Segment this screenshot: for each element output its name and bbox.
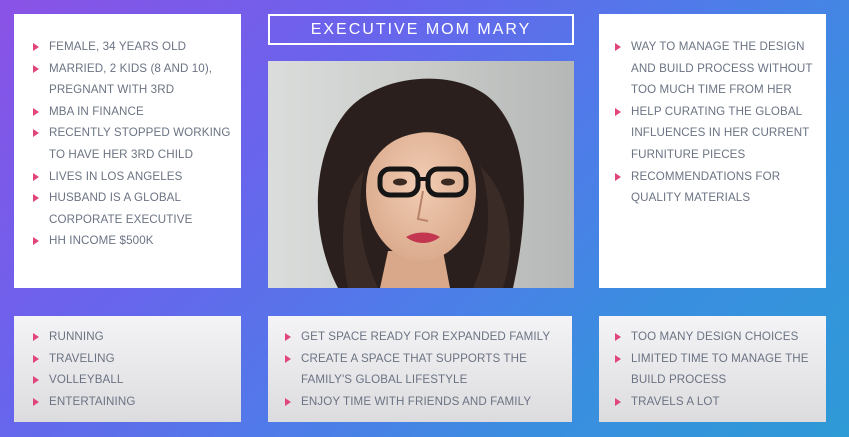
list-item: ENTERTAINING [33,391,235,413]
arrow-bullet-icon [285,354,291,363]
list-item: ENJOY TIME WITH FRIENDS AND FAMILY [285,391,566,413]
arrow-bullet-icon [33,376,39,385]
list-item: WAY TO MANAGE THE DESIGN AND BUILD PROCE… [615,36,820,101]
list-item: RECENTLY STOPPED WORKING TO HAVE HER 3RD… [33,122,235,165]
list-item: RECOMMENDATIONS FOR QUALITY MATERIALS [615,166,820,209]
arrow-bullet-icon [615,354,621,363]
arrow-bullet-icon [33,194,39,203]
list-item: MBA IN FINANCE [33,101,235,123]
challenges-card: TOO MANY DESIGN CHOICES LIMITED TIME TO … [599,316,826,422]
list-item: RUNNING [33,326,235,348]
list-item: FEMALE, 34 YEARS OLD [33,36,235,58]
list-item: CREATE A SPACE THAT SUPPORTS THE FAMILY'… [285,348,566,391]
goals-card: GET SPACE READY FOR EXPANDED FAMILY CREA… [268,316,572,422]
list-item: TRAVELING [33,348,235,370]
arrow-bullet-icon [615,172,621,181]
list-item: LIMITED TIME TO MANAGE THE BUILD PROCESS [615,348,820,391]
challenges-list: TOO MANY DESIGN CHOICES LIMITED TIME TO … [615,326,820,412]
needs-list: WAY TO MANAGE THE DESIGN AND BUILD PROCE… [615,36,820,209]
portrait-illustration [268,61,574,288]
persona-portrait [268,61,574,288]
list-item: LIVES IN LOS ANGELES [33,166,235,188]
list-item: HUSBAND IS A GLOBAL CORPORATE EXECUTIVE [33,187,235,230]
arrow-bullet-icon [615,333,621,341]
list-item: HELP CURATING THE GLOBAL INFLUENCES IN H… [615,101,820,166]
arrow-bullet-icon [33,43,39,51]
arrow-bullet-icon [615,43,621,51]
arrow-bullet-icon [285,333,291,341]
arrow-bullet-icon [33,333,39,341]
list-item: TRAVELS A LOT [615,391,820,413]
arrow-bullet-icon [285,397,291,406]
hobbies-list: RUNNING TRAVELING VOLLEYBALL ENTERTAININ… [33,326,235,412]
arrow-bullet-icon [33,237,39,246]
demographics-card: FEMALE, 34 YEARS OLD MARRIED, 2 KIDS (8 … [14,14,241,288]
hobbies-card: RUNNING TRAVELING VOLLEYBALL ENTERTAININ… [14,316,241,422]
arrow-bullet-icon [33,397,39,406]
goals-list: GET SPACE READY FOR EXPANDED FAMILY CREA… [285,326,566,412]
arrow-bullet-icon [33,172,39,181]
arrow-bullet-icon [33,64,39,73]
persona-title: EXECUTIVE MOM MARY [268,14,574,45]
list-item: MARRIED, 2 KIDS (8 AND 10), PREGNANT WIT… [33,58,235,101]
arrow-bullet-icon [615,107,621,116]
list-item: GET SPACE READY FOR EXPANDED FAMILY [285,326,566,348]
needs-card: WAY TO MANAGE THE DESIGN AND BUILD PROCE… [599,14,826,288]
arrow-bullet-icon [33,107,39,116]
list-item: VOLLEYBALL [33,369,235,391]
arrow-bullet-icon [33,354,39,363]
list-item: HH INCOME $500K [33,230,235,252]
arrow-bullet-icon [33,129,39,138]
demographics-list: FEMALE, 34 YEARS OLD MARRIED, 2 KIDS (8 … [33,36,235,252]
arrow-bullet-icon [615,397,621,406]
list-item: TOO MANY DESIGN CHOICES [615,326,820,348]
